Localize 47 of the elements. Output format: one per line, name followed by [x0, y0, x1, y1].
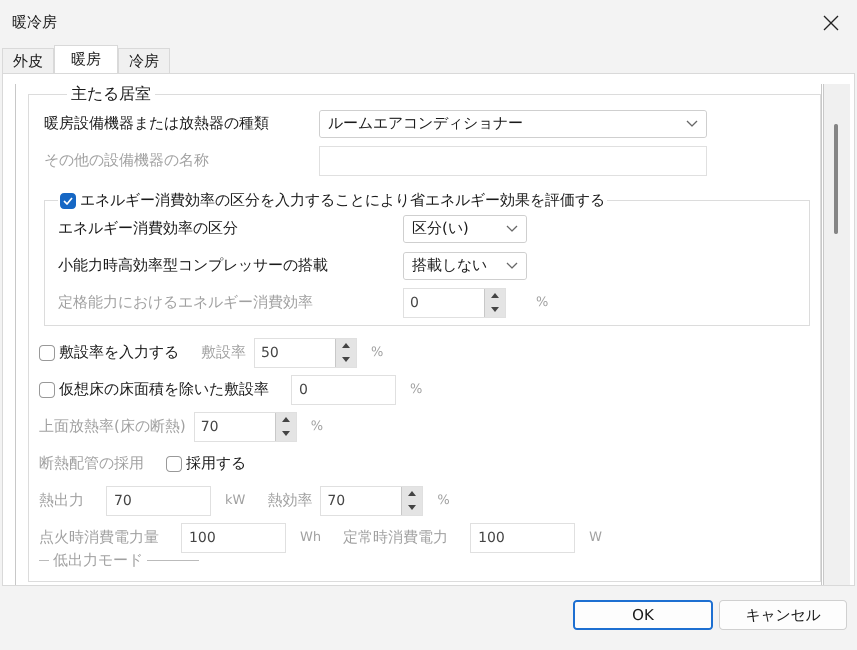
field-label: 敷設率 — [201, 343, 246, 362]
field-label: エネルギー消費効率の区分 — [58, 219, 239, 238]
field-label: 定格能力におけるエネルギー消費効率 — [58, 293, 314, 312]
unit-label: Wh — [300, 530, 322, 545]
unit-label: % — [371, 345, 384, 360]
unit-label: % — [310, 419, 324, 434]
field-label: 熱効率 — [267, 491, 312, 510]
scroll-thumb[interactable] — [834, 124, 838, 234]
scrollbar[interactable] — [824, 84, 850, 585]
field-label: 上面放熱率(床の断熱) — [39, 417, 186, 436]
cancel-button[interactable]: キャンセル — [719, 600, 847, 630]
group-title: 主たる居室 — [70, 84, 152, 105]
checkbox-label[interactable]: 仮想床の床面積を除いた敷設率 — [59, 380, 269, 399]
dropdown[interactable]: ルームエアコンディショナー — [319, 110, 707, 138]
tab[interactable]: 暖房 — [54, 45, 118, 73]
unit-label: % — [536, 295, 548, 310]
tab[interactable]: 冷房 — [118, 48, 170, 73]
tab[interactable]: 外皮 — [2, 48, 54, 73]
checkbox[interactable] — [39, 344, 55, 360]
field-label: その他の設備機器の名称 — [44, 151, 210, 170]
checkbox[interactable] — [166, 456, 182, 472]
chevron-down-icon — [686, 120, 698, 128]
dropdown[interactable]: 区分(い) — [403, 214, 527, 242]
checkbox[interactable] — [60, 192, 76, 208]
checkbox-label[interactable]: 敷設率を入力する — [59, 343, 179, 362]
checkbox-label[interactable]: 採用する — [186, 454, 246, 473]
unit-label: % — [410, 382, 422, 397]
field-label: 熱出力 — [39, 491, 84, 510]
window-title: 暖冷房 — [12, 13, 57, 32]
group-title: 低出力モード — [49, 550, 147, 570]
field-label: 小能力時高効率型コンプレッサーの搭載 — [58, 256, 329, 275]
close-icon[interactable] — [823, 14, 839, 30]
field-label: 点火時消費電力量 — [39, 528, 159, 547]
ok-button[interactable]: OK — [573, 600, 713, 630]
field-label: 断熱配管の採用 — [39, 454, 144, 473]
checkbox[interactable] — [39, 382, 55, 398]
unit-label: % — [437, 493, 450, 508]
field-label: 暖房設備機器または放熱器の種類 — [44, 114, 270, 133]
checkbox-label[interactable]: エネルギー消費効率の区分を入力することにより省エネルギー効果を評価する — [80, 191, 605, 210]
unit-label: W — [589, 530, 602, 545]
input-field[interactable] — [319, 146, 707, 176]
unit-label: kW — [225, 493, 246, 508]
chevron-down-icon — [506, 262, 518, 270]
chevron-down-icon — [506, 224, 518, 232]
field-label: 定常時消費電力 — [343, 528, 448, 547]
dropdown[interactable]: 搭載しない — [403, 252, 527, 280]
checkmark-icon — [63, 196, 73, 204]
